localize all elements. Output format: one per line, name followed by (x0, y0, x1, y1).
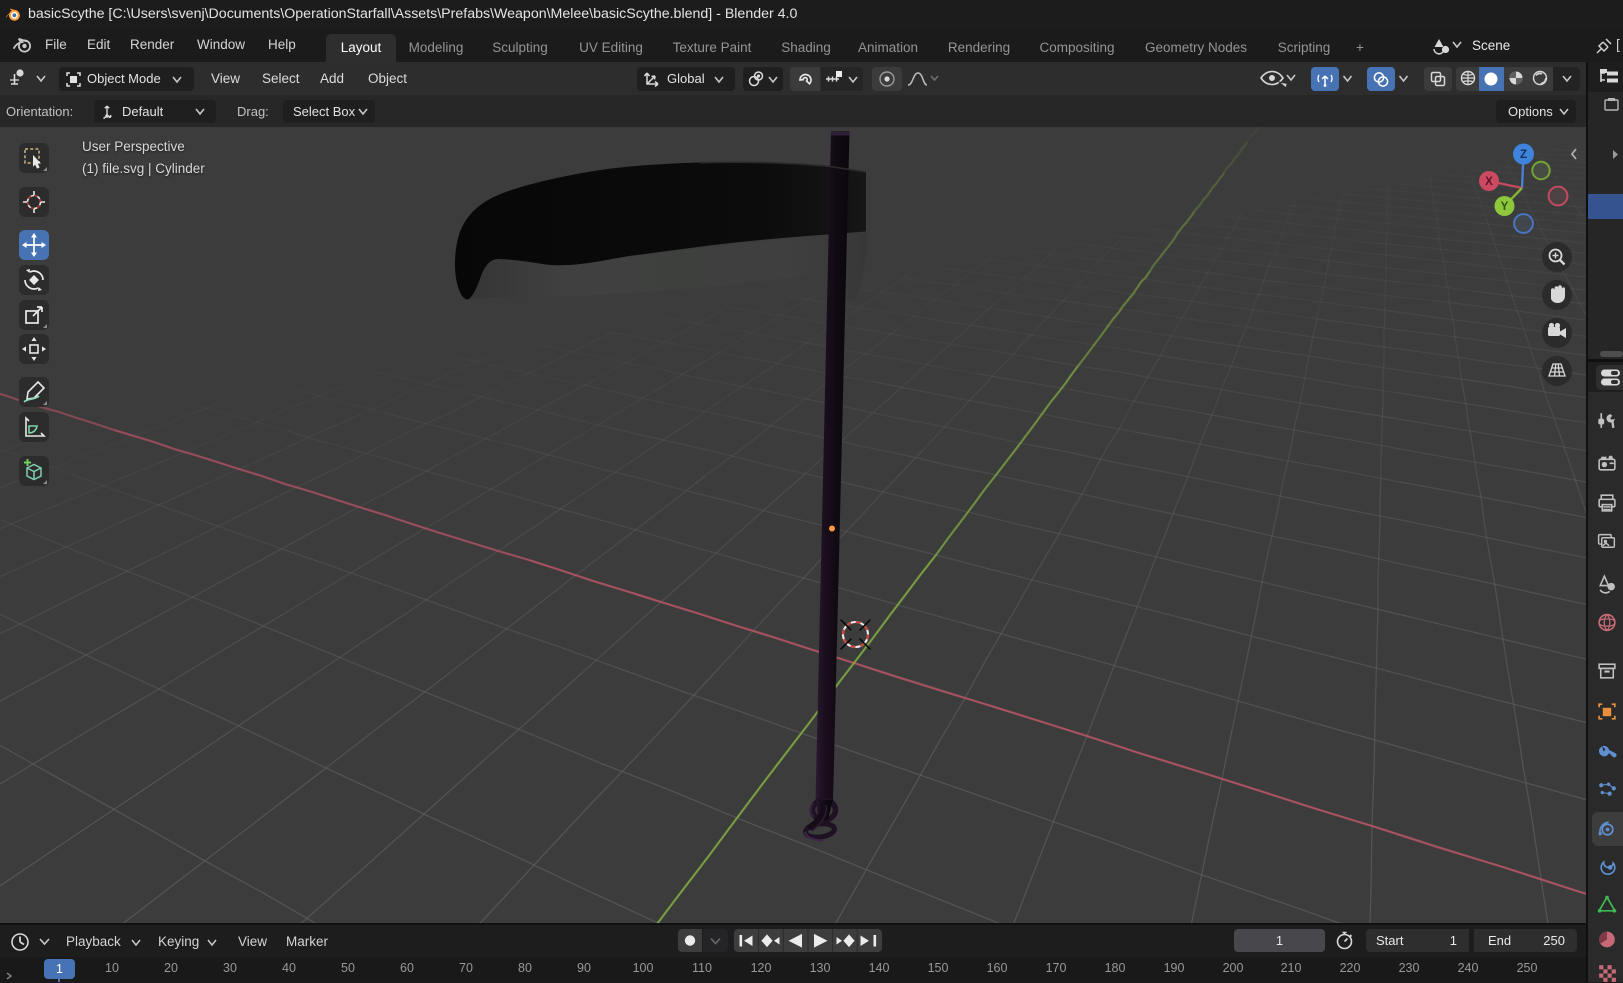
svg-text:Y: Y (1501, 201, 1509, 213)
svg-text:Z: Z (1520, 149, 1527, 161)
svg-text:X: X (1485, 176, 1493, 188)
